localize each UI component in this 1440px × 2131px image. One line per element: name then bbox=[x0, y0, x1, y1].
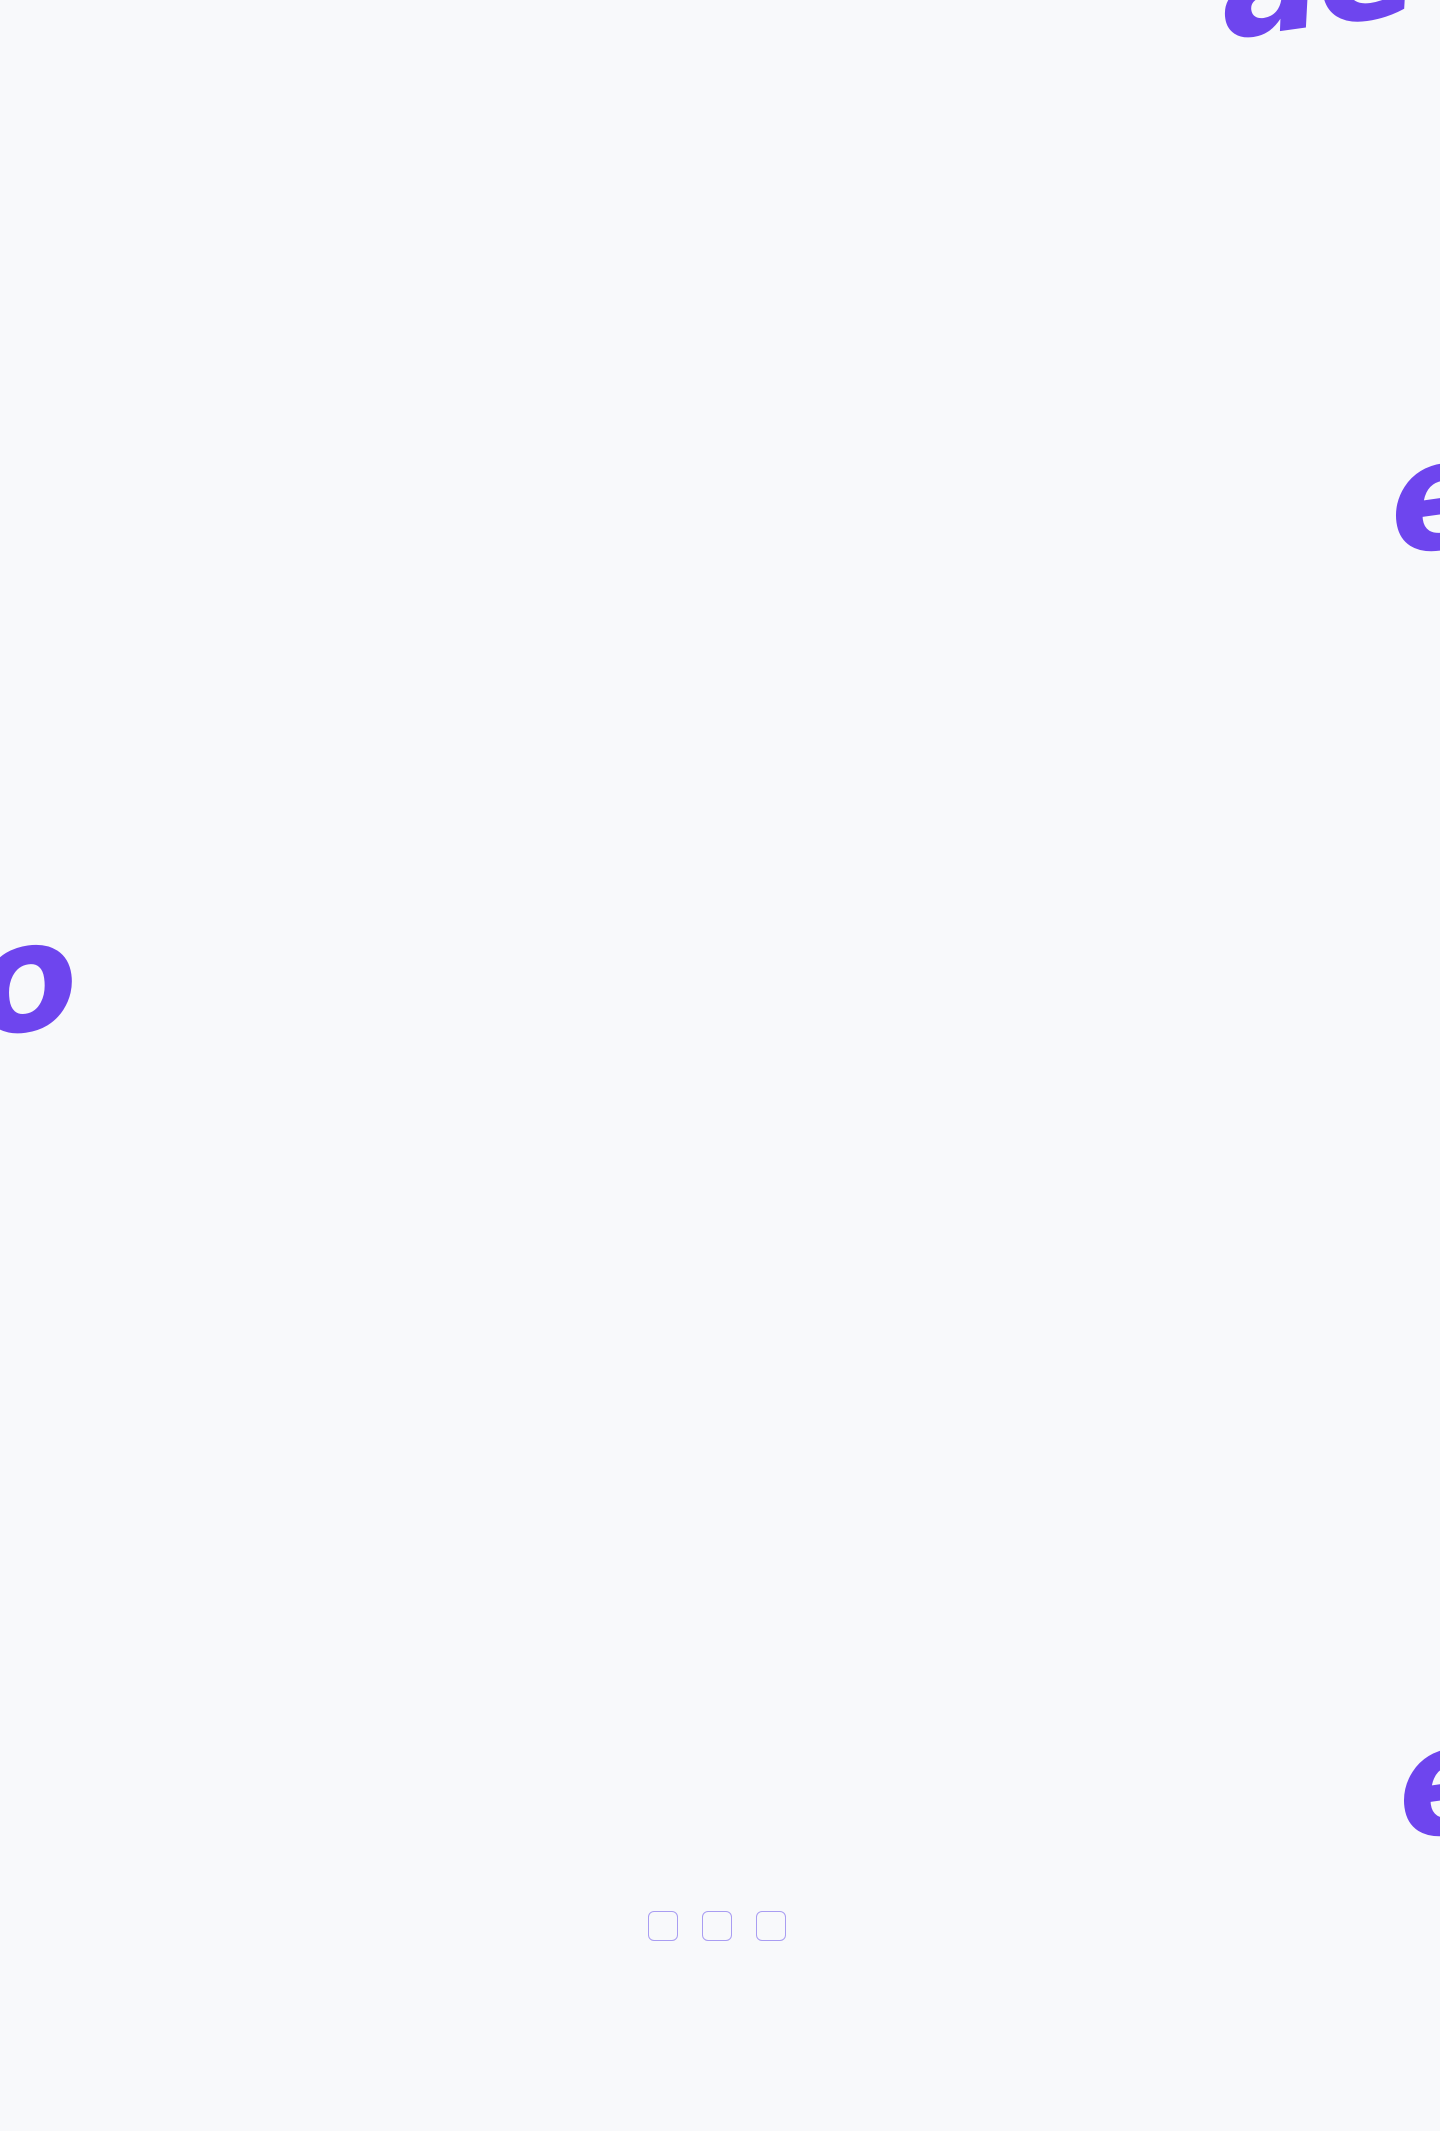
decorative-letter-o: o bbox=[0, 885, 89, 1073]
decorative-letter-ae: ae bbox=[1206, 0, 1423, 74]
slide-pagination bbox=[648, 1911, 786, 1941]
pagination-dot-3[interactable] bbox=[756, 1911, 786, 1941]
decorative-letter-e-lower: e bbox=[1384, 1688, 1440, 1876]
pagination-dot-2[interactable] bbox=[702, 1911, 732, 1941]
pagination-dot-1[interactable] bbox=[648, 1911, 678, 1941]
decorative-letter-e-upper: e bbox=[1376, 403, 1440, 591]
